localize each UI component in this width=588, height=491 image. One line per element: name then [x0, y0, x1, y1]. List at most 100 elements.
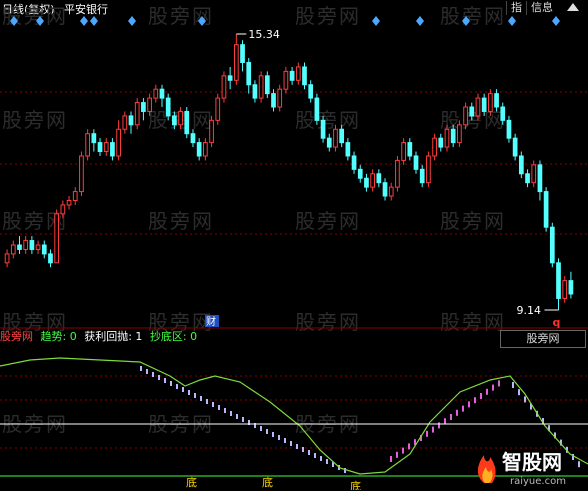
candle — [4, 253, 10, 264]
candle — [463, 106, 468, 126]
indicator-bar — [396, 451, 398, 458]
signal-diamond-icon — [416, 16, 424, 26]
legend-profit-taking: 获利回抛: 1 — [84, 330, 143, 343]
candle — [364, 177, 369, 188]
candle — [444, 128, 450, 148]
candle — [60, 204, 66, 215]
candle — [221, 75, 227, 99]
cai-marker: 财 — [206, 315, 216, 328]
candle — [333, 128, 338, 148]
candle — [153, 88, 159, 99]
candle — [302, 66, 307, 86]
signal-diamonds — [10, 16, 560, 26]
indicator-bar — [146, 369, 148, 374]
candles[interactable] — [4, 34, 574, 310]
signal-diamond-icon — [80, 16, 88, 26]
indicator-bar — [438, 422, 440, 429]
candle — [203, 142, 208, 157]
signal-diamond-icon — [198, 16, 206, 26]
indicator-bar — [486, 388, 488, 395]
candle — [159, 88, 165, 99]
candle — [141, 102, 146, 112]
up-arrow-icon[interactable] — [563, 0, 583, 14]
svg-text:智股网: 智股网 — [502, 450, 562, 474]
candlestick-chart[interactable]: 15.34 9.14 q 财 — [0, 16, 588, 330]
candle — [66, 199, 72, 206]
candle — [419, 168, 425, 184]
chart-header: 日线(复权) 平安银行 指 信息 — [0, 0, 588, 16]
indicator-bar — [170, 381, 172, 386]
candle — [506, 119, 512, 139]
candle — [17, 244, 22, 250]
indicator-bar — [302, 447, 304, 452]
candle — [110, 142, 115, 157]
indicator-bar — [194, 393, 196, 398]
indicator-bar — [182, 387, 184, 392]
candle — [227, 75, 233, 81]
indicator-bar — [456, 409, 458, 416]
brand-logo: 智股网 raiyue.com — [470, 445, 586, 487]
signal-diamond-icon — [90, 16, 98, 26]
indicator-bar — [308, 450, 310, 455]
low-price-label: 9.14 — [517, 304, 542, 317]
candle — [97, 142, 103, 153]
candle — [357, 168, 363, 179]
candle — [85, 133, 90, 157]
candle — [233, 44, 239, 81]
candle — [240, 44, 245, 63]
indicator-bar — [212, 402, 214, 407]
indicator-bar — [176, 384, 178, 389]
indicator-bar — [188, 390, 190, 395]
signal-diamond-icon — [552, 16, 560, 26]
index-button[interactable]: 指 — [506, 1, 526, 15]
price-annotations: 15.34 9.14 q 财 — [205, 28, 560, 329]
candle — [29, 240, 35, 250]
candle — [481, 97, 487, 112]
candle — [209, 119, 214, 144]
candle — [432, 137, 437, 157]
signal-diamond-icon — [36, 16, 44, 26]
indicator-bar — [266, 429, 268, 434]
candle — [562, 280, 568, 299]
indicator-bar — [518, 389, 520, 396]
candle — [178, 110, 183, 126]
signal-diamond-icon — [372, 16, 380, 26]
candle — [382, 182, 388, 197]
candle — [91, 133, 97, 144]
candle — [339, 128, 345, 144]
candle — [252, 84, 258, 99]
legend-trend: 趋势: 0 — [40, 330, 77, 343]
candle — [450, 128, 456, 144]
candle — [457, 124, 462, 144]
candle — [395, 159, 400, 188]
candle — [41, 244, 47, 255]
candle — [320, 119, 326, 139]
svg-text:raiyue.com: raiyue.com — [510, 476, 566, 487]
candle — [351, 155, 357, 170]
indicator-bar — [524, 396, 526, 403]
stock-name: 平安银行 — [64, 3, 108, 16]
indicator-bar — [462, 405, 464, 412]
candle — [568, 280, 574, 295]
candle — [172, 115, 177, 126]
candle — [54, 213, 60, 264]
candle — [494, 93, 499, 108]
candle — [500, 106, 506, 121]
candle — [438, 137, 444, 148]
candle — [196, 142, 202, 157]
indicator-bar — [152, 372, 154, 377]
candle — [407, 142, 413, 157]
candle — [488, 93, 493, 112]
indicator-bar — [290, 441, 292, 446]
candle — [128, 115, 134, 126]
period-label: 日线(复权) — [2, 3, 55, 16]
info-button[interactable]: 信息 — [526, 1, 557, 15]
indicator-bar — [206, 399, 208, 404]
candle — [190, 133, 196, 144]
candle — [401, 142, 406, 161]
indicator-bar — [278, 435, 280, 440]
bottom-marker: 底 — [186, 475, 197, 489]
indicator-bar — [164, 378, 166, 383]
candle — [531, 164, 537, 184]
indicator-bar — [402, 447, 404, 454]
